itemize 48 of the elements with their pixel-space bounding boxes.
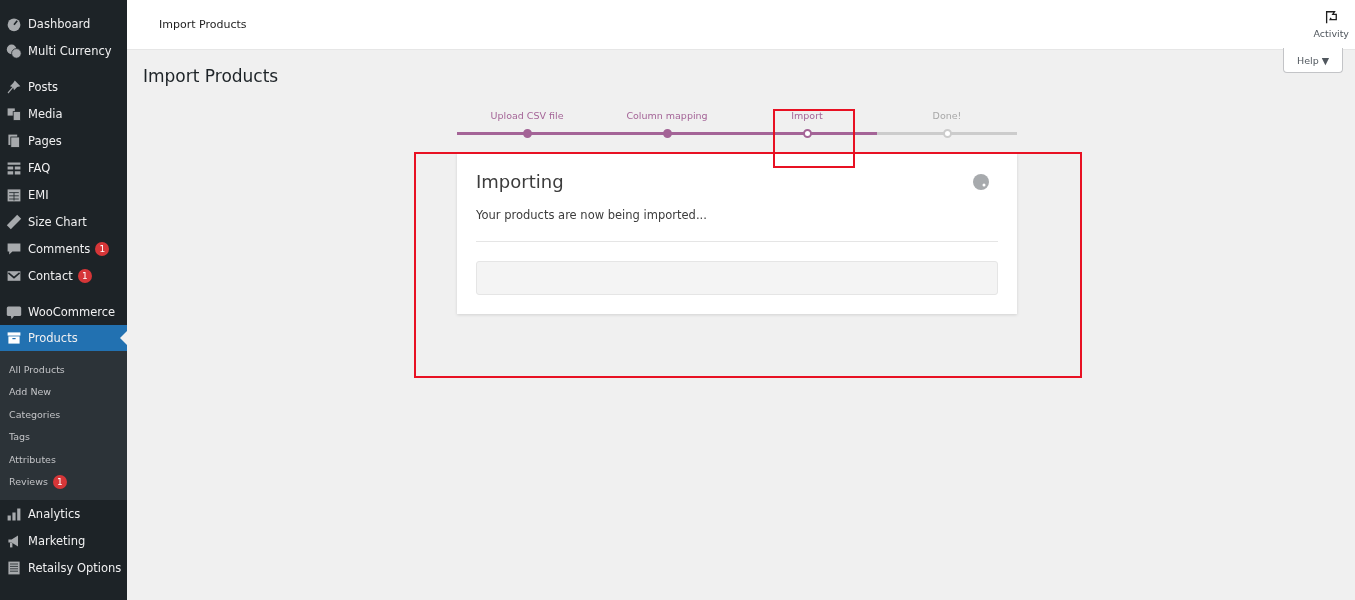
bar-chart-icon: [6, 505, 22, 522]
step-label: Import: [790, 110, 824, 121]
card-title: Importing: [476, 171, 564, 192]
pages-icon: [6, 132, 22, 149]
step-label: Column mapping: [625, 110, 709, 121]
menu-item[interactable]: Comments 1: [0, 235, 127, 262]
count-badge: 1: [77, 268, 92, 283]
menu-item[interactable]: Pages: [0, 127, 127, 154]
submenu-item[interactable]: Add New: [0, 380, 127, 403]
menu-item[interactable]: Analytics: [0, 500, 127, 527]
submenu-item[interactable]: Categories: [0, 403, 127, 426]
menu-item[interactable]: Posts: [0, 73, 127, 100]
menu-item[interactable]: Size Chart: [0, 208, 127, 235]
submenu-item[interactable]: Attributes: [0, 448, 127, 471]
menu-item[interactable]: Retailsy Options: [0, 554, 127, 581]
gauge-icon: [6, 15, 22, 32]
page-header-title: Import Products: [159, 18, 247, 31]
menu-item[interactable]: EMI: [0, 181, 127, 208]
archive-box-icon: [6, 330, 22, 346]
ruler-icon: [6, 213, 22, 230]
status-message: Your products are now being imported...: [476, 208, 998, 242]
flag-icon: [1324, 10, 1339, 24]
menu-item[interactable]: FAQ: [0, 154, 127, 181]
menu-item[interactable]: Multi Currency: [0, 37, 127, 64]
pin-icon: [6, 78, 22, 95]
menu-item[interactable]: Products: [0, 325, 127, 351]
step-label: Upload CSV file: [489, 110, 565, 121]
activity-button[interactable]: Activity: [1307, 10, 1355, 39]
coins-icon: [6, 42, 22, 59]
menu-item[interactable]: Marketing: [0, 527, 127, 554]
submenu-item[interactable]: Tags: [0, 425, 127, 448]
speech-bubble-icon: [6, 240, 22, 257]
grid-icon: [6, 159, 22, 176]
menu-item[interactable]: Contact 1: [0, 262, 127, 289]
count-badge: 1: [95, 241, 110, 256]
step-label: Done!: [931, 110, 963, 121]
menu-item[interactable]: Dashboard: [0, 10, 127, 37]
media-icon: [6, 105, 22, 122]
submenu-item[interactable]: All Products: [0, 358, 127, 381]
table-icon: [6, 186, 22, 203]
menu-item[interactable]: WooCommerce: [0, 298, 127, 325]
page-title: Import Products: [143, 66, 279, 86]
count-badge: 1: [52, 474, 67, 489]
submenu-item[interactable]: Reviews 1: [0, 470, 127, 493]
help-button[interactable]: Help ▼: [1283, 48, 1343, 73]
menu-item[interactable]: Media: [0, 100, 127, 127]
list-icon: [6, 559, 22, 576]
spinner-icon: [973, 173, 989, 190]
